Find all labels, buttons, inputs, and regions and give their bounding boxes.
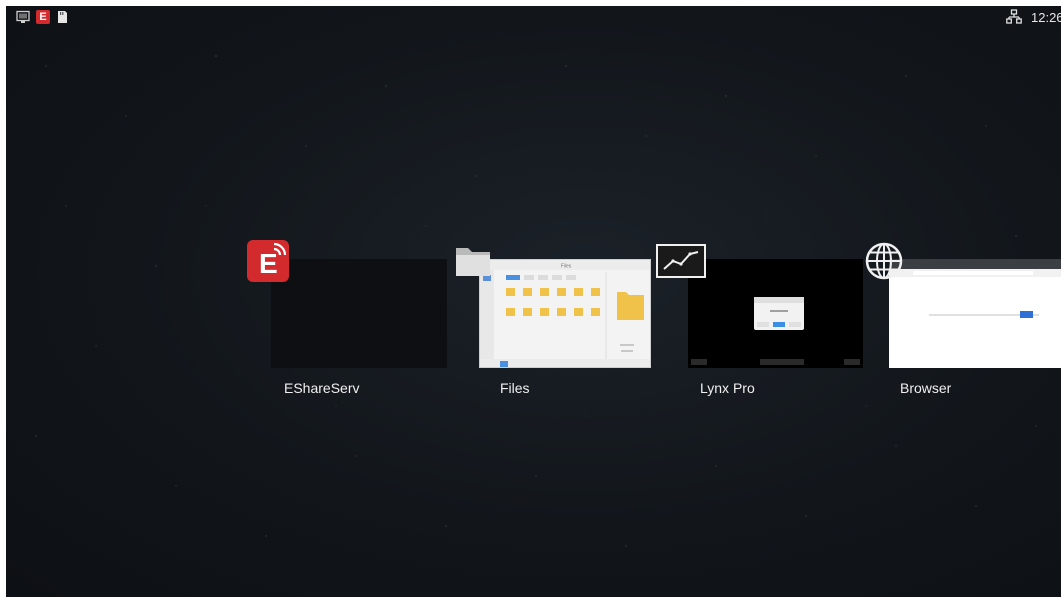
ethernet-icon	[1006, 9, 1022, 24]
task-label: Files	[500, 380, 530, 396]
recent-task-eshare[interactable]: E EShareServ	[246, 240, 447, 400]
eshare-app-icon: E	[247, 240, 289, 282]
status-bar: E 12:26	[6, 6, 1061, 32]
line-chart-icon	[656, 244, 706, 278]
task-label: Browser	[900, 380, 952, 396]
task-thumbnail[interactable]	[271, 259, 447, 368]
sd-card-icon	[58, 11, 67, 23]
svg-text:E: E	[259, 248, 278, 279]
clock: 12:26	[1031, 10, 1061, 25]
task-label: EShareServ	[284, 380, 360, 396]
task-thumbnail[interactable]: Files	[479, 259, 651, 368]
recents-screen: E 12:26 E EShareServ Files Files Lynx Pr…	[6, 6, 1061, 597]
screen-mirror-icon	[16, 10, 30, 23]
recent-task-lynx-pro[interactable]: Lynx Pro	[656, 240, 863, 400]
task-label: Lynx Pro	[700, 380, 755, 396]
eshare-icon: E	[36, 10, 50, 24]
recent-task-browser[interactable]: Browser	[861, 240, 1061, 400]
folder-icon	[456, 248, 490, 276]
task-thumbnail[interactable]	[889, 259, 1061, 368]
globe-icon	[865, 242, 903, 280]
svg-text:Files: Files	[561, 264, 572, 270]
task-thumbnail[interactable]	[688, 259, 863, 368]
recent-task-files[interactable]: Files Files	[452, 240, 651, 400]
